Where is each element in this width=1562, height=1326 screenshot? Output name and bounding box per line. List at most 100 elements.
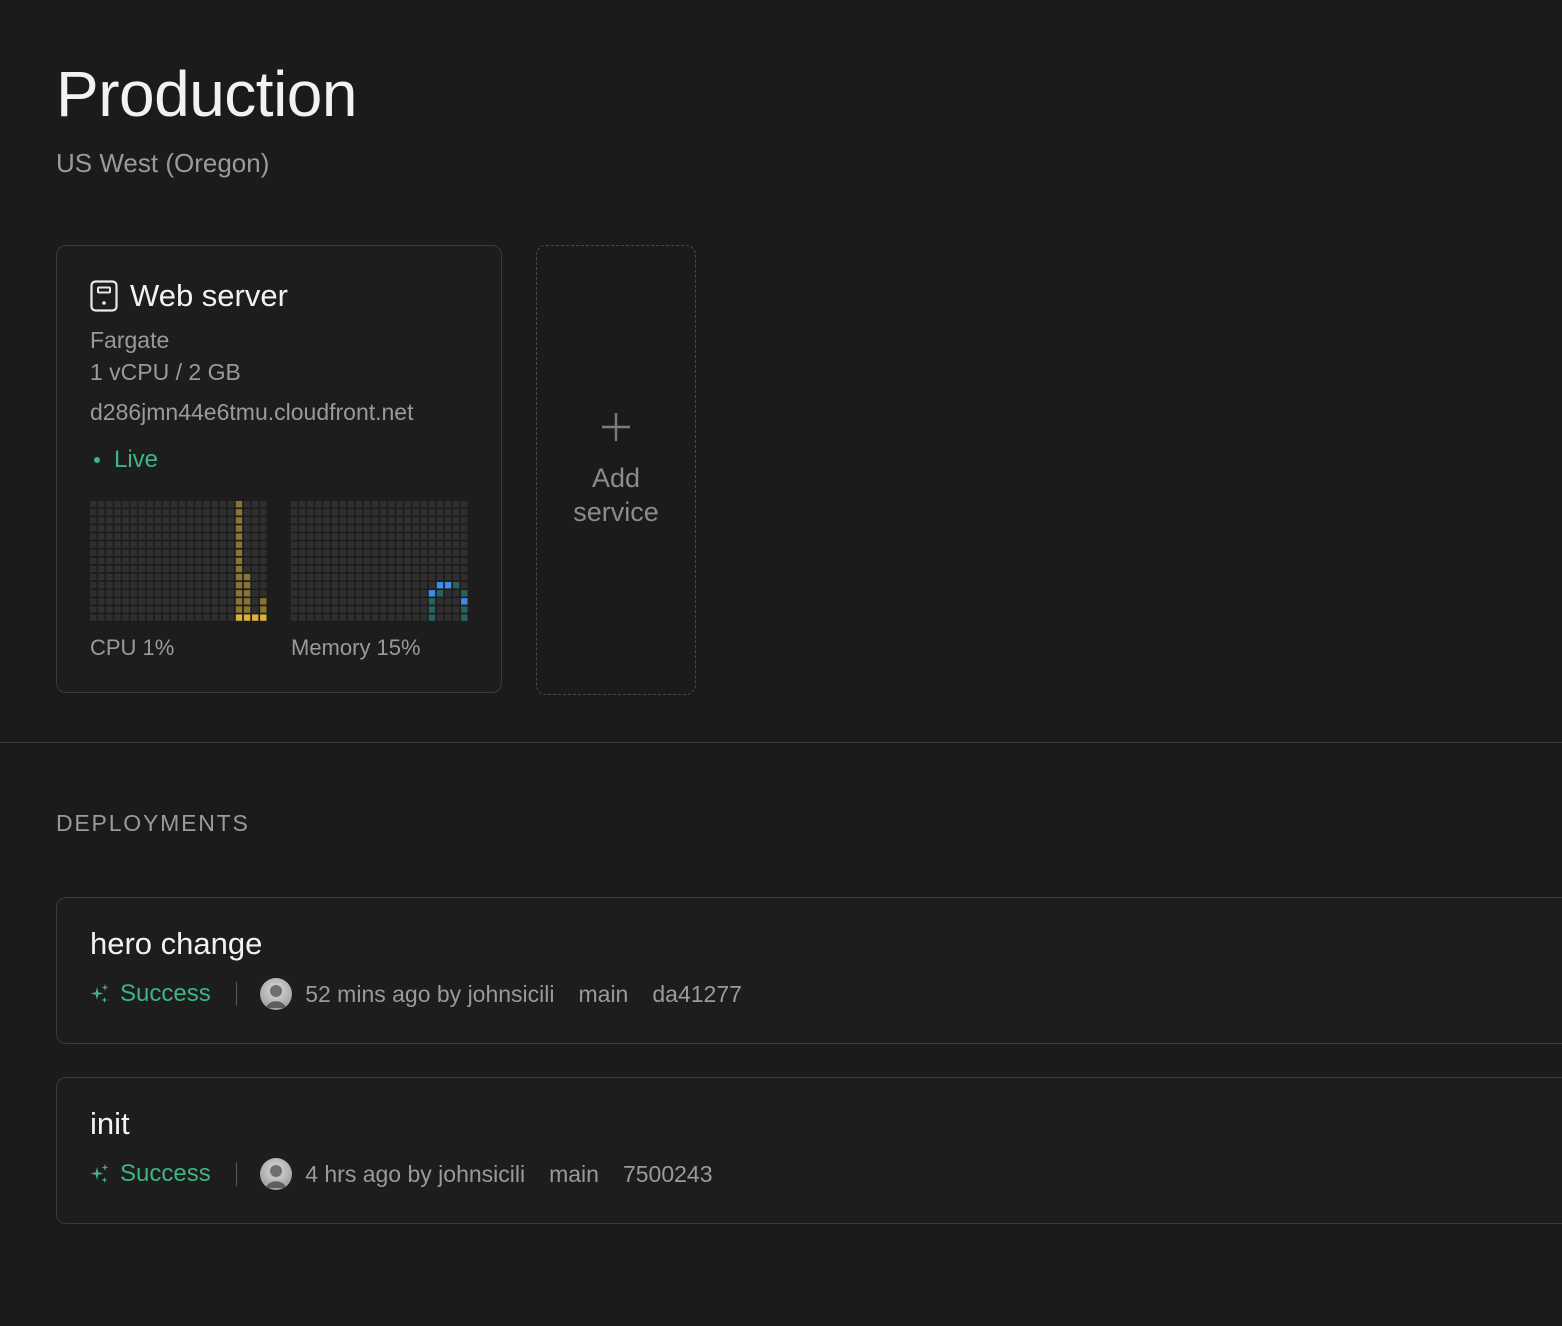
cpu-usage-cell — [235, 501, 243, 508]
memory-usage-cell — [339, 517, 346, 524]
memory-usage-cell — [396, 549, 403, 556]
memory-usage-cell — [347, 557, 355, 565]
service-domain[interactable]: d286jmn44e6tmu.cloudfront.net — [90, 397, 414, 427]
memory-usage-cell — [396, 517, 403, 524]
deployment-status: Success — [120, 980, 211, 1007]
cpu-usage-cell — [203, 557, 210, 565]
memory-usage-cell — [420, 517, 427, 524]
memory-usage-cell — [388, 533, 395, 540]
cpu-usage-cell — [187, 573, 194, 581]
cpu-metric: CPU 1% — [90, 501, 268, 660]
memory-usage-cell — [307, 509, 314, 516]
cpu-usage-cell — [154, 582, 162, 589]
add-service-button[interactable]: Add service — [536, 245, 696, 695]
cpu-usage-cell — [179, 590, 186, 597]
page-title: Production — [56, 58, 357, 130]
memory-usage-cell — [331, 517, 338, 524]
memory-usage-cell — [347, 509, 355, 516]
cpu-usage-cell — [122, 573, 129, 581]
cpu-usage-cell — [187, 598, 194, 605]
memory-usage-cell — [363, 557, 371, 565]
memory-usage-cell — [420, 590, 427, 597]
memory-usage-cell — [436, 606, 444, 613]
memory-usage-cell — [388, 606, 395, 613]
cpu-usage-cell — [162, 549, 170, 556]
memory-usage-cell — [380, 557, 387, 565]
memory-usage-cell — [339, 541, 346, 548]
cpu-usage-cell — [211, 598, 218, 605]
memory-usage-cell — [404, 509, 411, 516]
memory-usage-cell — [299, 614, 306, 621]
memory-usage-cell — [355, 549, 363, 556]
cpu-usage-cell — [235, 525, 243, 532]
memory-usage-cell — [315, 565, 322, 573]
memory-usage-cell — [404, 525, 411, 532]
cpu-usage-cell — [90, 501, 97, 508]
memory-usage-cell — [307, 525, 314, 532]
cpu-usage-cell — [195, 501, 202, 508]
avatar — [260, 978, 293, 1010]
service-card-web-server[interactable]: Web server Fargate 1 vCPU / 2 GB d286jmn… — [56, 245, 502, 693]
cpu-usage-cell — [235, 517, 243, 524]
memory-usage-cell — [380, 501, 387, 508]
memory-usage-cell — [453, 590, 460, 597]
memory-usage-cell — [461, 606, 468, 613]
memory-usage-cell — [420, 606, 427, 613]
memory-usage-cell — [453, 525, 460, 532]
deployment-commit[interactable]: 7500243 — [623, 1161, 713, 1188]
memory-usage-cell — [291, 557, 298, 565]
memory-usage-cell — [347, 565, 355, 573]
cpu-usage-cell — [227, 541, 235, 548]
cpu-usage-cell — [154, 590, 162, 597]
memory-usage-cell — [461, 509, 468, 516]
cpu-usage-cell — [260, 565, 267, 573]
memory-usage-cell — [404, 565, 411, 573]
memory-usage-cell — [363, 525, 371, 532]
add-service-label: Add service — [573, 463, 659, 527]
cpu-usage-cell — [114, 614, 121, 621]
memory-usage-cell — [363, 606, 371, 613]
cpu-usage-cell — [171, 573, 178, 581]
memory-usage-cell — [444, 590, 452, 597]
cpu-usage-cell — [187, 565, 194, 573]
memory-usage-cell — [428, 598, 436, 605]
cpu-usage-cell — [114, 557, 121, 565]
deployment-commit[interactable]: da41277 — [652, 981, 742, 1008]
memory-usage-cell — [323, 533, 330, 540]
cpu-usage-cell — [130, 501, 137, 508]
cpu-usage-cell — [154, 525, 162, 532]
sparkle-icon — [90, 1164, 109, 1183]
deployment-row[interactable]: init Success 4 hrs ago by johnsicili mai… — [56, 1077, 1562, 1224]
cpu-usage-cell — [260, 614, 267, 621]
page: Production US West (Oregon) Web server F… — [0, 0, 1562, 1326]
cpu-usage-cell — [195, 517, 202, 524]
memory-usage-cell — [461, 614, 468, 621]
cpu-usage-cell — [243, 590, 251, 597]
cpu-usage-cell — [171, 517, 178, 524]
cpu-usage-cell — [98, 533, 105, 540]
memory-usage-cell — [291, 509, 298, 516]
plus-icon — [602, 413, 630, 441]
cpu-usage-cell — [252, 541, 259, 548]
cpu-usage-cell — [114, 541, 121, 548]
cpu-usage-cell — [179, 598, 186, 605]
memory-usage-cell — [380, 565, 387, 573]
cpu-usage-cell — [211, 557, 218, 565]
memory-usage-cell — [428, 590, 436, 597]
memory-usage-cell — [331, 541, 338, 548]
cpu-usage-cell — [227, 598, 235, 605]
memory-usage-cell — [355, 565, 363, 573]
cpu-usage-cell — [106, 549, 113, 556]
memory-usage-cell — [291, 517, 298, 524]
memory-usage-cell — [420, 565, 427, 573]
cpu-usage-cell — [171, 541, 178, 548]
memory-usage-cell — [372, 557, 379, 565]
cpu-usage-cell — [90, 590, 97, 597]
service-platform: Fargate — [90, 327, 170, 353]
memory-usage-cell — [291, 614, 298, 621]
cpu-usage-cell — [98, 598, 105, 605]
cpu-usage-cell — [106, 582, 113, 589]
cpu-usage-cell — [243, 557, 251, 565]
deployment-row[interactable]: hero change Success 52 mins ago by johns… — [56, 897, 1562, 1044]
memory-usage-cell — [323, 590, 330, 597]
